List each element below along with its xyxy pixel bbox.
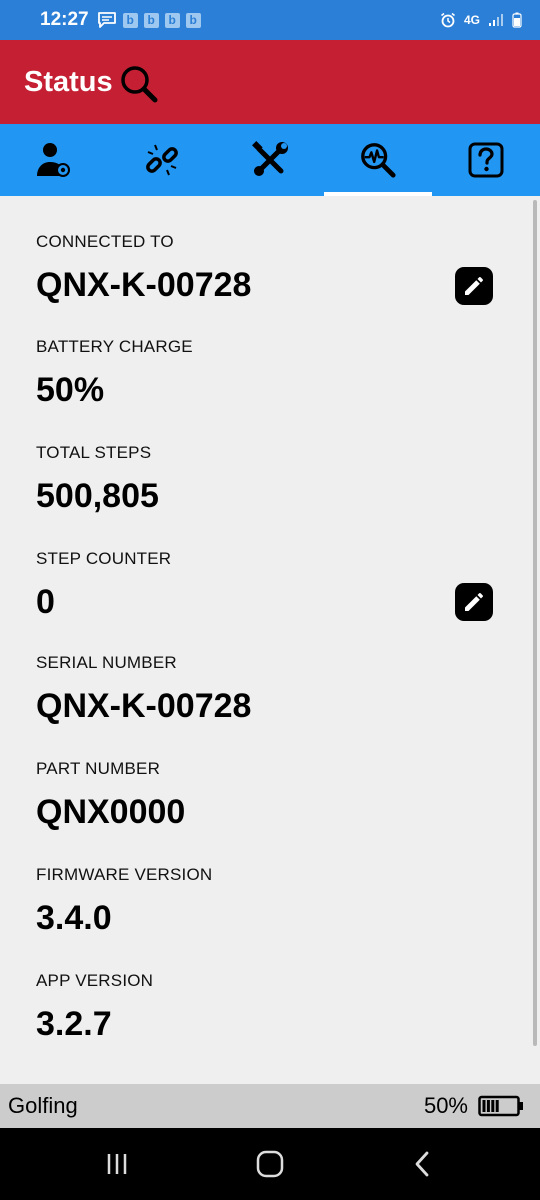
notification-icons: b b b b xyxy=(97,11,201,29)
app-bar: Status xyxy=(0,40,540,124)
notification-b-icon: b xyxy=(122,12,138,28)
battery-segment xyxy=(482,1100,486,1112)
phone-battery-icon xyxy=(512,12,522,28)
step-counter-label: STEP COUNTER xyxy=(36,549,172,568)
tab-help[interactable] xyxy=(432,124,540,196)
app-version-value: 3.2.7 xyxy=(36,1005,112,1043)
part-number-label: PART NUMBER xyxy=(36,759,161,778)
step-counter-value: 0 xyxy=(36,583,55,621)
firmware-version-value: 3.4.0 xyxy=(36,899,112,937)
status-content xyxy=(0,196,540,1084)
field-part-number: PART NUMBER QNX0000 xyxy=(36,759,185,832)
notification-b-icon: b xyxy=(185,12,201,28)
system-indicators: 4G xyxy=(440,12,522,28)
device-battery: 50% xyxy=(424,1093,524,1119)
tab-tools[interactable] xyxy=(216,124,324,196)
field-battery-charge: BATTERY CHARGE 50% xyxy=(36,337,193,410)
total-steps-label: TOTAL STEPS xyxy=(36,443,152,462)
recent-apps-icon[interactable] xyxy=(102,1150,132,1178)
part-number-value: QNX0000 xyxy=(36,793,186,831)
help-icon xyxy=(468,142,504,178)
app-version-label: APP VERSION xyxy=(36,971,154,990)
back-icon[interactable] xyxy=(408,1149,438,1179)
system-status-bar: 12:27 b b b b 4G xyxy=(0,0,540,40)
battery-charge-value: 50% xyxy=(36,371,105,409)
tab-status[interactable] xyxy=(324,124,432,196)
user-settings-icon xyxy=(37,143,70,177)
battery-charge-label: BATTERY CHARGE xyxy=(36,337,193,356)
battery-segment xyxy=(491,1100,495,1112)
network-type: 4G xyxy=(463,13,480,27)
battery-segment xyxy=(495,1100,499,1112)
broken-link-icon xyxy=(146,144,178,176)
system-nav-bar xyxy=(0,1128,540,1200)
pencil-icon xyxy=(465,593,483,611)
serial-number-value: QNX-K-00728 xyxy=(36,687,252,725)
clock: 12:27 xyxy=(40,9,89,30)
device-battery-icon xyxy=(478,1095,523,1117)
device-battery-percent: 50% xyxy=(423,1093,468,1118)
edit-step-counter-button[interactable] xyxy=(455,583,493,621)
page-title: Status xyxy=(24,65,113,98)
firmware-version-label: FIRMWARE VERSION xyxy=(36,865,213,884)
notification-b-icon: b xyxy=(143,12,159,28)
total-steps-value: 500,805 xyxy=(36,477,159,515)
notification-b-icon: b xyxy=(164,12,180,28)
field-serial-number: SERIAL NUMBER QNX-K-00728 xyxy=(36,653,251,726)
mode-label: Golfing xyxy=(8,1093,78,1118)
edit-connection-button[interactable] xyxy=(455,267,493,305)
field-total-steps: TOTAL STEPS 500,805 xyxy=(36,443,159,516)
connected-to-value: QNX-K-00728 xyxy=(36,266,252,304)
tab-user-settings[interactable] xyxy=(0,124,108,196)
field-step-counter: STEP COUNTER 0 xyxy=(36,549,171,622)
connected-to-label: CONNECTED TO xyxy=(36,232,174,251)
message-icon xyxy=(97,12,116,28)
status-search-icon xyxy=(120,66,158,103)
device-status-bar: Golfing 50% xyxy=(0,1084,540,1128)
signal-icon xyxy=(489,14,503,26)
field-firmware-version: FIRMWARE VERSION 3.4.0 xyxy=(36,865,212,938)
home-icon[interactable] xyxy=(255,1149,285,1179)
field-app-version: APP VERSION 3.2.7 xyxy=(36,971,153,1044)
tab-connection[interactable] xyxy=(108,124,216,196)
serial-number-label: SERIAL NUMBER xyxy=(36,653,177,672)
pencil-icon xyxy=(465,277,483,295)
scrollbar[interactable] xyxy=(533,200,537,1046)
field-connected-to: CONNECTED TO QNX-K-00728 xyxy=(36,232,251,305)
alarm-icon xyxy=(440,12,455,28)
tools-icon xyxy=(252,141,288,176)
tab-bar xyxy=(0,124,540,196)
battery-segment xyxy=(486,1100,490,1112)
status-search-icon xyxy=(361,143,396,178)
